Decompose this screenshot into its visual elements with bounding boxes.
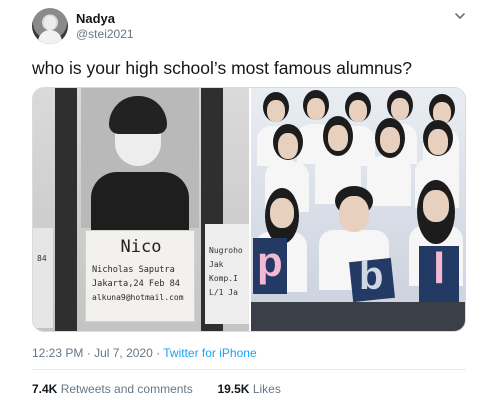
tweet-time[interactable]: 12:23 PM bbox=[32, 346, 83, 360]
tweet-date[interactable]: Jul 7, 2020 bbox=[94, 346, 153, 360]
media-grid: 84 Nico Nicholas Saputra Jakarta,24 Feb … bbox=[32, 87, 466, 332]
banner-letter: p bbox=[257, 238, 283, 285]
yearbook-portrait-photo[interactable]: 84 Nico Nicholas Saputra Jakarta,24 Feb … bbox=[33, 88, 249, 331]
author-handle[interactable]: @stei2021 bbox=[76, 27, 134, 41]
card-name: Nico bbox=[120, 237, 162, 257]
side-name-card: Nugroho Jak Komp.I L/1 Ja bbox=[205, 224, 249, 324]
author-name[interactable]: Nadya bbox=[76, 11, 115, 26]
tweet-stats: 7.4K Retweets and comments 19.5K Likes bbox=[32, 382, 281, 396]
retweets-stat[interactable]: 7.4K Retweets and comments bbox=[32, 382, 193, 396]
tweet-text: who is your high school’s most famous al… bbox=[32, 58, 413, 78]
tweet-meta: 12:23 PM · Jul 7, 2020 · Twitter for iPh… bbox=[32, 346, 257, 360]
banner-letter: l bbox=[433, 244, 446, 293]
tweet-source-link[interactable]: Twitter for iPhone bbox=[163, 346, 256, 360]
left-edge-strip: 84 bbox=[33, 228, 53, 328]
portrait bbox=[81, 88, 199, 232]
tweet-card: Nadya @stei2021 who is your high school’… bbox=[0, 0, 498, 404]
card-line: Nicholas Saputra bbox=[92, 265, 175, 275]
divider bbox=[32, 369, 466, 370]
name-card: Nico Nicholas Saputra Jakarta,24 Feb 84 … bbox=[85, 230, 195, 322]
card-line: alkuna9@hotmail.com bbox=[92, 293, 184, 302]
avatar[interactable] bbox=[32, 8, 68, 44]
likes-stat[interactable]: 19.5K Likes bbox=[217, 382, 280, 396]
banner-letter: b bbox=[359, 254, 384, 298]
card-line: Jakarta,24 Feb 84 bbox=[92, 279, 180, 289]
class-group-photo[interactable]: p b l bbox=[251, 88, 465, 331]
chevron-down-icon[interactable] bbox=[453, 9, 467, 23]
